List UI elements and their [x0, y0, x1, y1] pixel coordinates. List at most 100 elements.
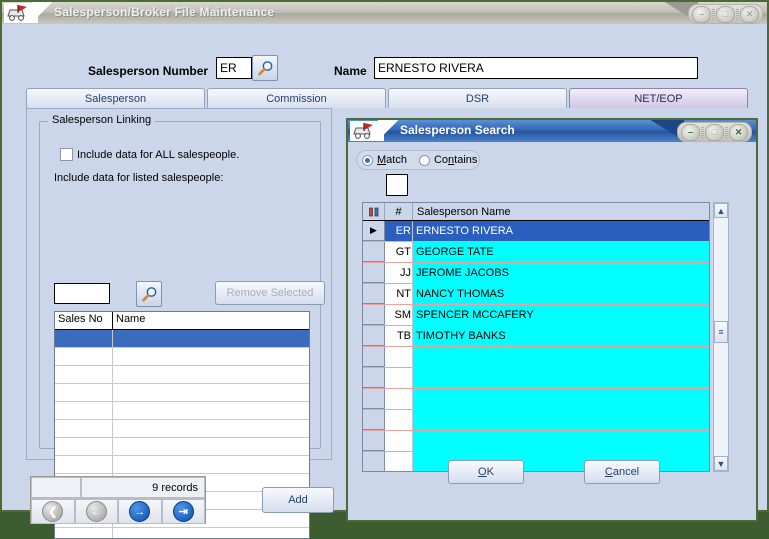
row-marker	[363, 431, 385, 451]
cell-salesperson-name: TIMOTHY BANKS	[413, 326, 709, 346]
column-header-number: #	[385, 203, 413, 220]
grid-tools-header[interactable]	[363, 203, 385, 220]
match-radio[interactable]	[362, 154, 373, 166]
cell-salesperson-name	[413, 347, 709, 367]
table-row[interactable]	[363, 410, 709, 431]
cell-name	[113, 330, 309, 347]
table-row[interactable]	[55, 348, 309, 366]
dialog-minimize-button[interactable]: –	[681, 123, 700, 141]
cell-name	[113, 528, 309, 538]
main-window-controls: – □ ✕	[688, 4, 763, 24]
table-row[interactable]	[55, 366, 309, 384]
dialog-maximize-button[interactable]: □	[705, 123, 724, 141]
control-separator	[736, 8, 739, 20]
record-nav-top: 9 records	[31, 477, 205, 499]
table-row[interactable]: SM SPENCER MCCAFERY	[363, 305, 709, 326]
table-row[interactable]: ▶ ER ERNESTO RIVERA	[363, 221, 709, 242]
scroll-up-button[interactable]: ▲	[714, 203, 728, 218]
contains-label-rest: tains	[454, 154, 478, 166]
row-marker	[363, 263, 385, 283]
cell-name	[113, 456, 309, 473]
match-mnemonic: M	[377, 154, 387, 166]
table-row[interactable]	[55, 456, 309, 474]
cell-sales-no	[55, 366, 113, 383]
row-marker	[363, 242, 385, 262]
add-button[interactable]: Add	[262, 487, 334, 513]
salesperson-number-input[interactable]	[216, 57, 252, 79]
table-row[interactable]	[363, 347, 709, 368]
dialog-close-button[interactable]: ✕	[729, 123, 748, 141]
cell-salesperson-name	[413, 389, 709, 409]
include-all-checkbox[interactable]	[60, 148, 73, 161]
table-row[interactable]	[363, 431, 709, 452]
cancel-label-rest: ancel	[612, 466, 640, 478]
search-grid-scrollbar[interactable]: ▲ ≡ ▼	[713, 202, 729, 472]
table-row[interactable]	[55, 420, 309, 438]
ok-button[interactable]: OK	[448, 460, 524, 484]
cell-salesperson-name: GEORGE TATE	[413, 242, 709, 262]
table-row[interactable]	[55, 438, 309, 456]
remove-selected-button[interactable]: Remove Selected	[215, 281, 325, 305]
table-row[interactable]	[55, 402, 309, 420]
search-input[interactable]	[386, 174, 408, 196]
scroll-down-button[interactable]: ▼	[714, 456, 728, 471]
cell-code	[385, 431, 413, 451]
tab-bar: Salesperson Commission DSR NET/EOP	[26, 88, 748, 108]
maximize-button[interactable]: □	[716, 5, 735, 23]
cell-sales-no	[55, 402, 113, 419]
contains-radio[interactable]	[418, 154, 430, 166]
salesperson-lookup-button[interactable]	[252, 55, 278, 81]
minimize-button[interactable]: –	[692, 5, 711, 23]
groupbox-title: Salesperson Linking	[48, 114, 156, 126]
table-row[interactable]: JJ JEROME JACOBS	[363, 263, 709, 284]
dialog-titlebar: Salesperson Search – □ ✕	[348, 120, 756, 142]
tab-commission[interactable]: Commission	[207, 88, 386, 108]
dialog-window-controls: – □ ✕	[677, 122, 752, 142]
contains-label: Contains	[434, 154, 477, 166]
cell-name	[113, 366, 309, 383]
table-row[interactable]	[55, 330, 309, 348]
cell-code: GT	[385, 242, 413, 262]
match-radio-dot	[365, 157, 370, 163]
row-marker	[363, 410, 385, 430]
table-row[interactable]	[363, 389, 709, 410]
close-button[interactable]: ✕	[740, 5, 759, 23]
cell-sales-no	[55, 456, 113, 473]
cell-code	[385, 368, 413, 388]
row-marker	[363, 326, 385, 346]
tab-net-eop[interactable]: NET/EOP	[569, 88, 748, 108]
table-row[interactable]	[55, 384, 309, 402]
record-navigator: 9 records ❮ ← → ⇥	[30, 476, 206, 524]
include-all-row[interactable]: Include data for ALL salespeople.	[60, 148, 239, 161]
match-label-rest: atch	[386, 154, 407, 166]
control-separator	[701, 126, 704, 138]
cell-sales-no	[55, 420, 113, 437]
main-titlebar: Salesperson/Broker File Maintenance – □ …	[2, 2, 767, 24]
linking-lookup-input[interactable]	[54, 283, 110, 304]
search-results-grid[interactable]: # Salesperson Name ▶ ER ERNESTO RIVERA GT GE…	[362, 202, 710, 472]
name-input[interactable]	[374, 57, 698, 79]
salesperson-search-dialog: Salesperson Search – □ ✕ Match Contains	[346, 118, 758, 522]
name-label: Name	[334, 64, 367, 78]
tab-salesperson[interactable]: Salesperson	[26, 88, 205, 108]
cell-name	[113, 420, 309, 437]
table-row[interactable]	[363, 368, 709, 389]
table-row[interactable]: NT NANCY THOMAS	[363, 284, 709, 305]
linking-lookup-button[interactable]	[136, 281, 162, 307]
ok-mnemonic: O	[478, 466, 487, 478]
row-marker	[363, 368, 385, 388]
cell-code: ER	[385, 221, 413, 241]
cell-code	[385, 410, 413, 430]
control-separator	[725, 126, 728, 138]
cell-code: NT	[385, 284, 413, 304]
include-all-label: Include data for ALL salespeople.	[77, 148, 240, 161]
salesperson-linking-panel: Salesperson Linking Include data for ALL…	[26, 108, 332, 539]
cancel-mnemonic: C	[604, 466, 613, 478]
table-row[interactable]: TB TIMOTHY BANKS	[363, 326, 709, 347]
tab-dsr[interactable]: DSR	[388, 88, 567, 108]
cancel-button[interactable]: Cancel	[584, 460, 660, 484]
scrollbar-thumb[interactable]: ≡	[714, 321, 728, 343]
table-row[interactable]	[55, 528, 309, 538]
table-row[interactable]: GT GEORGE TATE	[363, 242, 709, 263]
cell-salesperson-name: ERNESTO RIVERA	[413, 221, 709, 241]
